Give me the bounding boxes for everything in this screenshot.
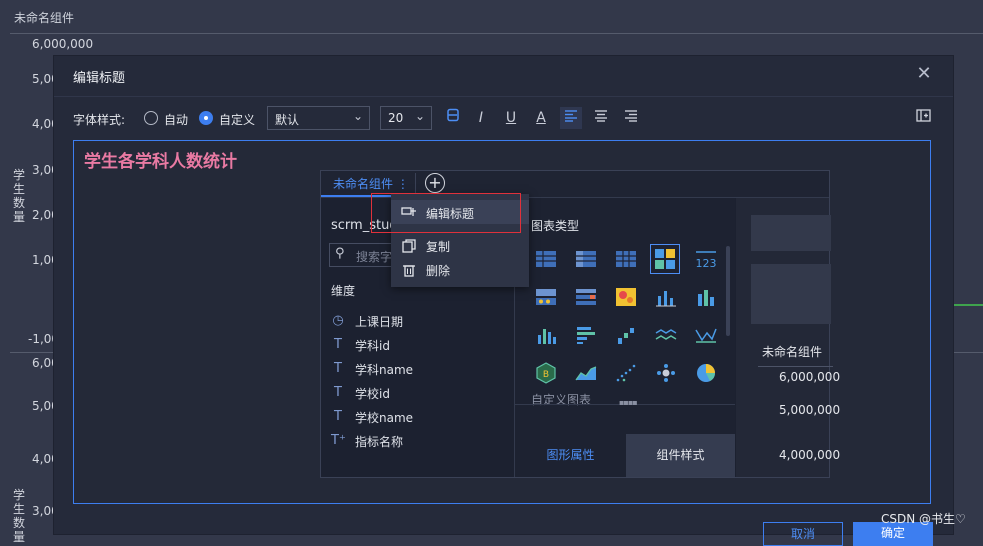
svg-text:B: B [543, 370, 549, 380]
dimension-label: 维度 [331, 284, 356, 298]
text-type-icon: T [334, 409, 342, 424]
search-placeholder: 搜索字 [356, 250, 393, 264]
tab-graphic-props[interactable]: 图形属性 [515, 434, 626, 477]
bubble-chart-icon[interactable] [655, 362, 677, 384]
number-kpi-icon[interactable]: 123 [695, 248, 717, 270]
divider [758, 366, 833, 367]
underline-icon[interactable]: U [500, 107, 522, 129]
chevron-down-icon: ⌄ [352, 109, 363, 123]
line-chart-icon[interactable] [655, 324, 677, 346]
custom-chart-label[interactable]: 自定义图表 [531, 391, 591, 408]
cross-table-icon[interactable] [575, 248, 597, 270]
grid-table-icon[interactable] [615, 248, 637, 270]
background-component-title: 未命名组件 [14, 11, 75, 25]
preview-placeholder [751, 215, 831, 251]
align-left-icon[interactable] [560, 107, 582, 129]
preview-tick: 4,000,000 [779, 448, 841, 462]
chevron-down-icon: ⌄ [414, 109, 425, 123]
heatmap-table-icon [655, 249, 675, 269]
menu-item-delete[interactable]: 删除 [391, 258, 529, 282]
selected-chart-frame[interactable] [650, 244, 680, 274]
font-family-value: 默认 [275, 113, 300, 127]
chart-type-label: 图表类型 [531, 219, 580, 233]
bold-icon[interactable] [442, 107, 464, 129]
radio-custom[interactable] [199, 111, 213, 125]
map-chart-icon[interactable]: B [535, 362, 557, 384]
dialog-title: 编辑标题 [73, 71, 126, 86]
area-line-icon[interactable] [695, 324, 717, 346]
delete-icon [403, 265, 415, 277]
preview-placeholder [751, 264, 831, 324]
font-size-select[interactable]: 20 ⌄ [380, 106, 432, 130]
pie-chart-icon[interactable] [695, 362, 717, 384]
area-chart-icon[interactable] [575, 362, 597, 384]
y-tick-label: 6,000,000 [32, 37, 94, 51]
table-chart-icon[interactable] [535, 248, 557, 270]
drag-handle-icon[interactable]: ▪▪▪▪ [619, 398, 638, 407]
title-text[interactable]: 学生各学科人数统计 [84, 147, 237, 172]
more-vertical-icon[interactable]: ⋮ [397, 177, 409, 191]
svg-text:123: 123 [696, 257, 717, 270]
radio-auto[interactable] [144, 111, 158, 125]
watermark: CSDN @书生♡ [881, 512, 966, 526]
italic-icon[interactable]: I [470, 107, 492, 129]
font-color-icon[interactable]: A [530, 107, 552, 129]
chart-series-line [953, 304, 983, 306]
close-icon[interactable]: ✕ [914, 64, 934, 84]
menu-item-copy[interactable]: 复制 [391, 234, 529, 258]
text-type-icon: T [334, 385, 342, 400]
horizontal-bar-icon[interactable] [575, 324, 597, 346]
stacked-bar-icon[interactable] [695, 286, 717, 308]
preview-panel: 未命名组件 6,000,000 5,000,000 4,000,000 [736, 198, 840, 477]
grouped-bar-icon[interactable] [655, 286, 677, 308]
align-center-icon[interactable] [590, 107, 612, 129]
insert-icon[interactable] [912, 107, 934, 129]
preview-title: 未命名组件 [762, 345, 823, 359]
highlight-box [371, 193, 521, 233]
detail-table-icon[interactable] [535, 286, 557, 308]
bar-chart-icon[interactable] [535, 324, 557, 346]
chart-type-panel: 图表类型 123 B 自定义图表 ▪▪▪▪ 图形属性 组件样式 [515, 198, 735, 477]
scatter-chart-icon[interactable] [615, 362, 637, 384]
clock-icon: ◷ [332, 313, 344, 328]
text-type-icon: T [334, 337, 342, 352]
font-family-select[interactable]: 默认 ⌄ [267, 106, 370, 130]
font-size-value: 20 [388, 111, 404, 125]
color-heatmap-icon[interactable] [615, 286, 637, 308]
preview-tick: 5,000,000 [779, 403, 841, 417]
y-axis-label: 学 生 数 量 [12, 488, 25, 544]
y-axis-label: 学 生 数 量 [12, 168, 25, 224]
font-style-label: 字体样式: [73, 113, 126, 127]
copy-icon [402, 239, 416, 253]
tab-component-style[interactable]: 组件样式 [626, 434, 735, 477]
cancel-button[interactable]: 取消 [763, 522, 843, 546]
tab-divider [415, 173, 416, 195]
text-type-plus-icon: T⁺ [331, 433, 346, 448]
scrollbar[interactable] [726, 246, 730, 336]
preview-tick: 6,000,000 [779, 370, 841, 384]
radio-custom-label[interactable]: 自定义 [219, 111, 255, 128]
text-type-icon: T [334, 361, 342, 376]
waterfall-icon[interactable] [615, 324, 637, 346]
ranking-table-icon[interactable] [575, 286, 597, 308]
dialog-header: 编辑标题 ✕ [54, 56, 953, 97]
align-right-icon[interactable] [620, 107, 642, 129]
radio-auto-label[interactable]: 自动 [164, 111, 188, 128]
search-icon: ⚲ [335, 246, 345, 261]
add-tab-icon[interactable]: + [425, 173, 445, 193]
background-divider [10, 33, 983, 34]
